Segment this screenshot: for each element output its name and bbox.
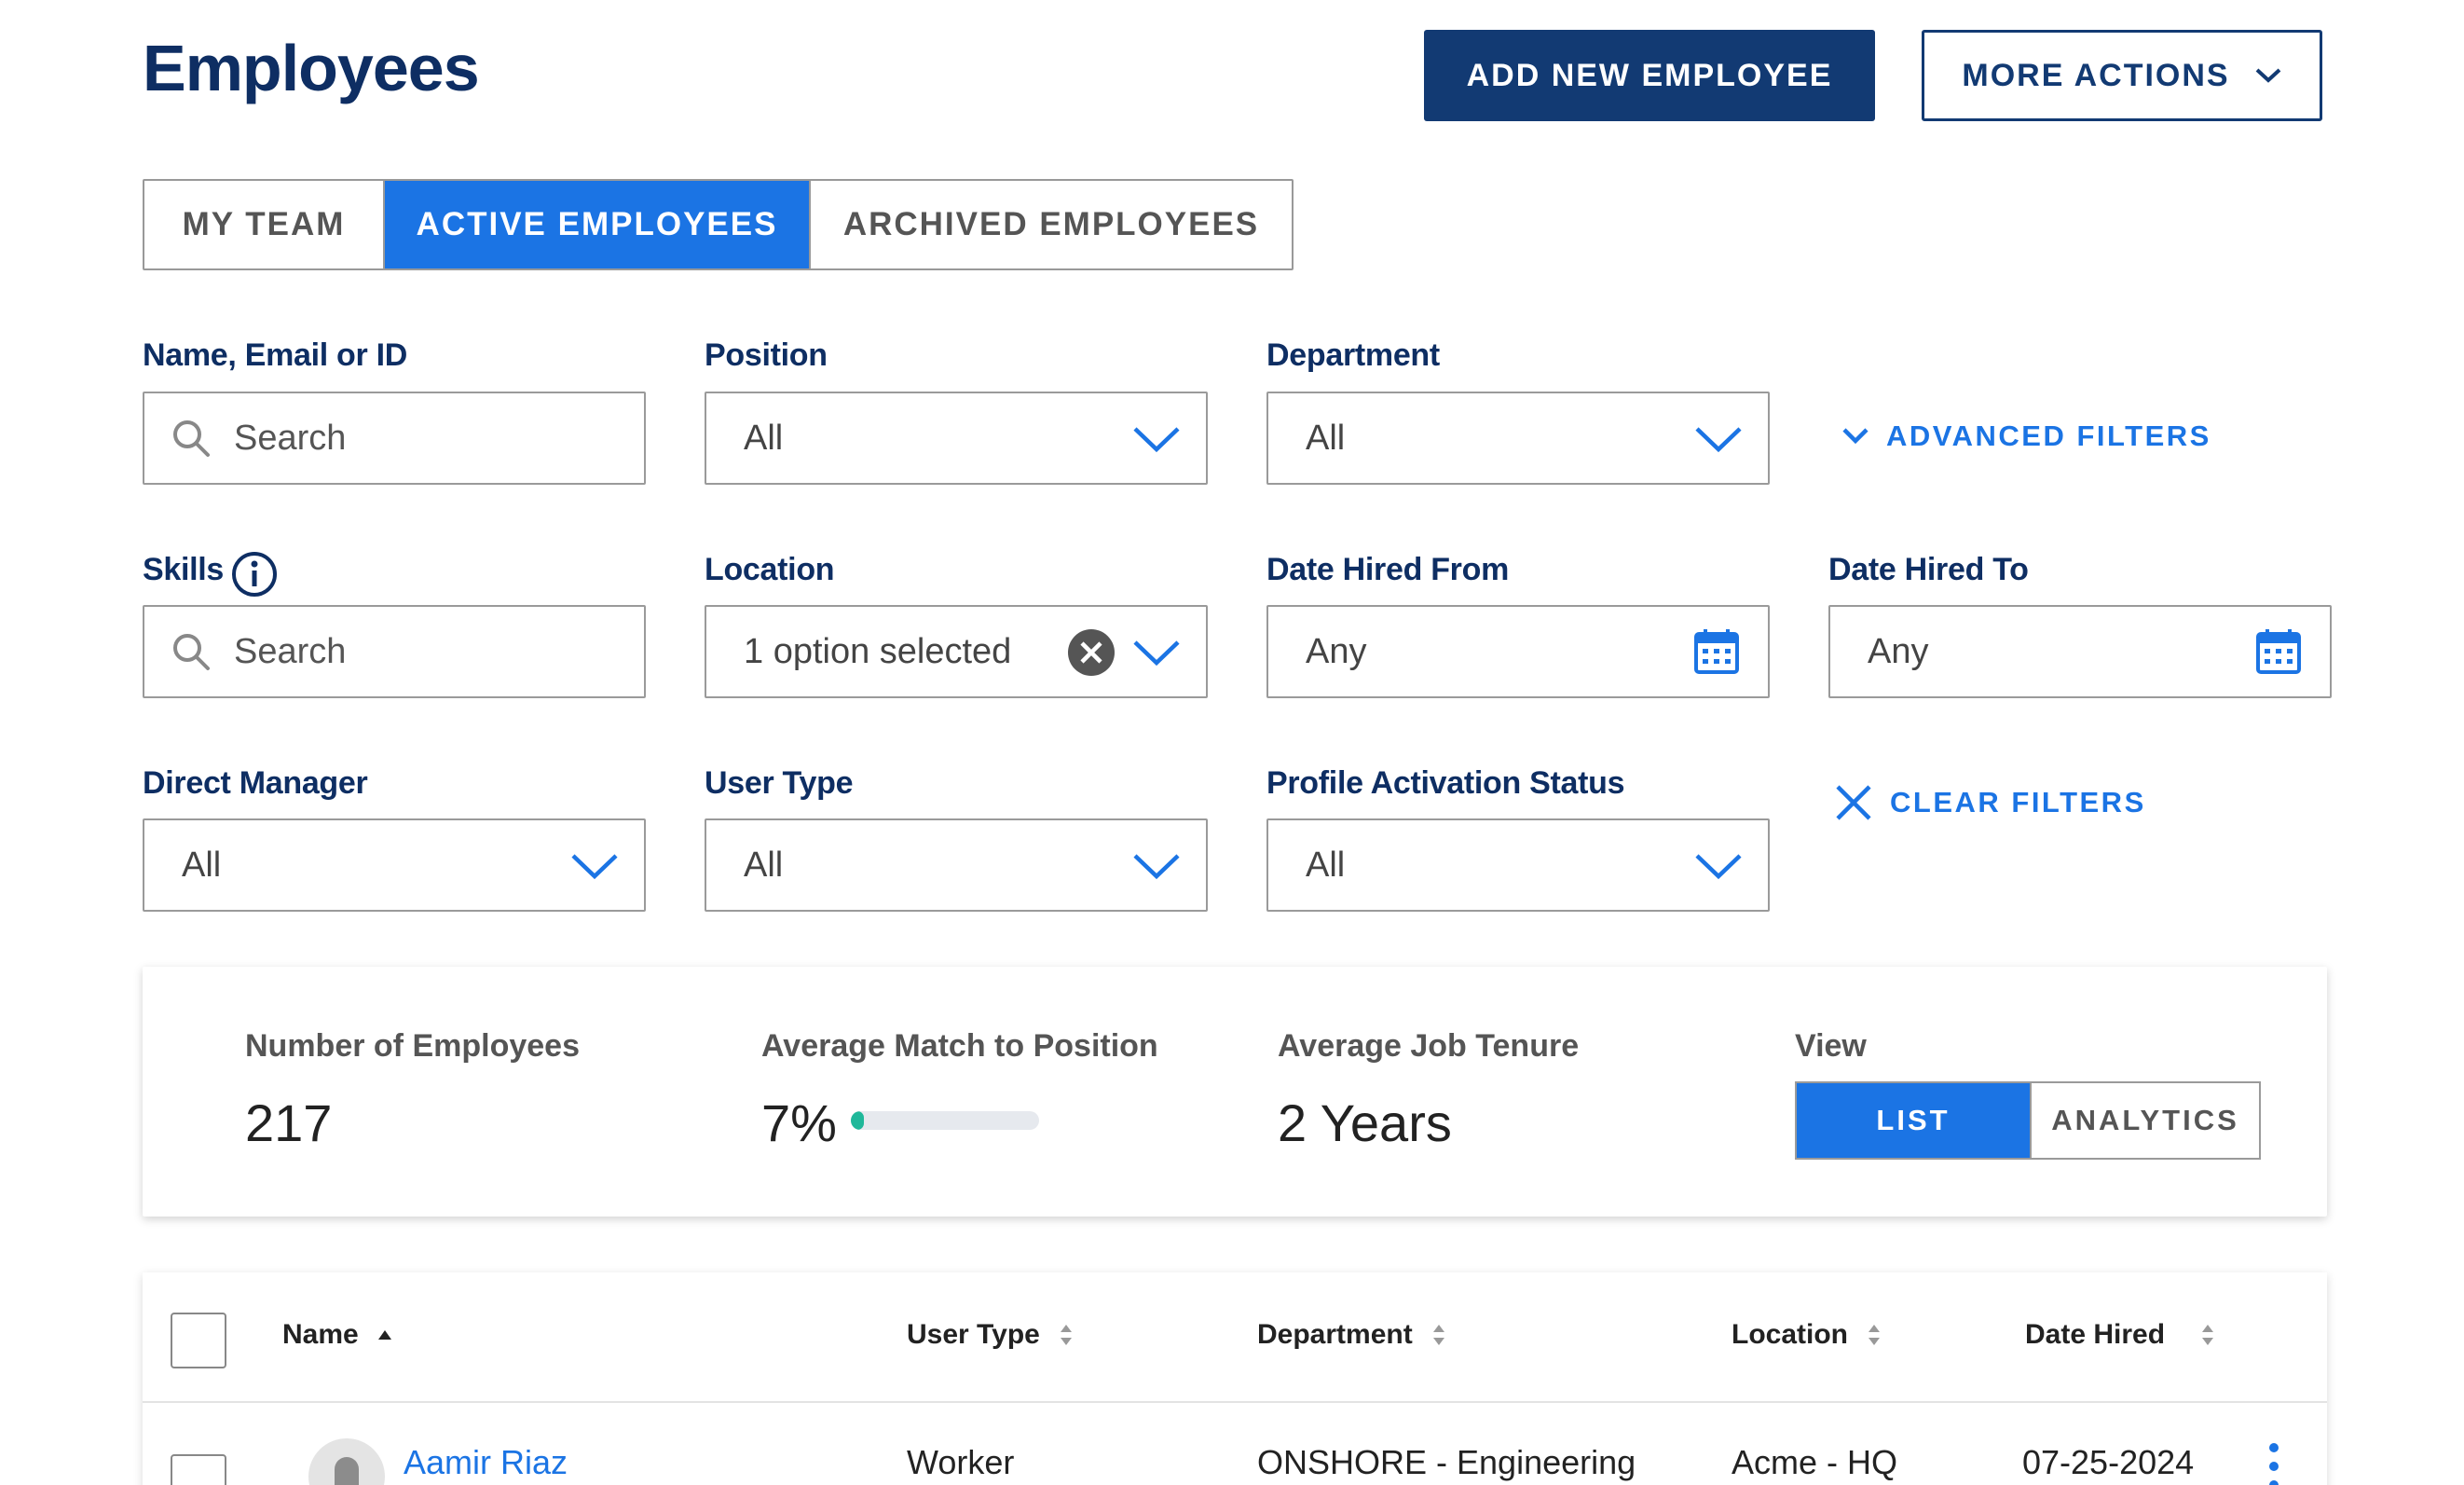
sort-ascending-icon xyxy=(377,1330,391,1340)
chevron-down-icon xyxy=(1133,427,1180,453)
column-header-date-hired-label: Date Hired xyxy=(2025,1319,2166,1350)
average-match-progress-fill xyxy=(851,1111,865,1130)
name-filter-label: Name, Email or ID xyxy=(143,337,407,373)
clear-circle-icon[interactable] xyxy=(1066,627,1116,678)
date-hired-from-input[interactable]: Any xyxy=(1266,605,1770,698)
sort-icon xyxy=(1060,1325,1072,1345)
calendar-icon[interactable] xyxy=(1693,627,1740,676)
skills-search-input[interactable]: Search xyxy=(143,605,646,698)
date-hired-to-label: Date Hired To xyxy=(1828,552,2029,587)
name-search-input[interactable]: Search xyxy=(143,392,646,485)
chevron-down-icon xyxy=(1695,427,1742,453)
user-silhouette-icon xyxy=(335,1457,359,1485)
column-header-department-label: Department xyxy=(1257,1319,1413,1350)
employee-count-value: 217 xyxy=(245,1093,333,1152)
column-header-location-label: Location xyxy=(1732,1319,1848,1350)
user-type-filter-label: User Type xyxy=(705,765,854,801)
sort-icon xyxy=(1432,1325,1444,1345)
name-search-placeholder: Search xyxy=(234,418,347,458)
employees-page: Employees ADD NEW EMPLOYEE MORE ACTIONS … xyxy=(0,0,2464,1485)
view-list-button[interactable]: LIST xyxy=(1797,1083,2030,1158)
view-analytics-button[interactable]: ANALYTICS xyxy=(2030,1083,2259,1158)
column-header-department[interactable]: Department xyxy=(1257,1319,1446,1351)
profile-activation-value: All xyxy=(1306,845,1346,885)
employees-table: Name User Type Department Location Date … xyxy=(143,1272,2327,1485)
clear-filters-link[interactable]: CLEAR FILTERS xyxy=(1834,783,2146,822)
average-match-value: 7% xyxy=(761,1093,837,1152)
average-tenure-label: Average Job Tenure xyxy=(1278,1028,1580,1064)
direct-manager-select[interactable]: All xyxy=(143,818,646,912)
chevron-down-icon xyxy=(1133,640,1180,667)
column-header-name-label: Name xyxy=(282,1319,359,1350)
close-icon xyxy=(1836,785,1871,820)
employee-department: ONSHORE - Engineering xyxy=(1257,1443,1636,1481)
column-header-user-type-label: User Type xyxy=(907,1319,1040,1350)
more-actions-button[interactable]: MORE ACTIONS xyxy=(1922,30,2322,121)
direct-manager-value: All xyxy=(182,845,222,885)
chevron-down-icon xyxy=(1695,854,1742,880)
more-actions-label: MORE ACTIONS xyxy=(1962,57,2230,93)
profile-activation-select[interactable]: All xyxy=(1266,818,1770,912)
sort-icon xyxy=(2202,1325,2214,1345)
position-select-value: All xyxy=(744,418,784,458)
calendar-icon[interactable] xyxy=(2255,627,2302,676)
average-match-label: Average Match to Position xyxy=(761,1028,1158,1064)
search-icon xyxy=(173,634,210,670)
average-match-progress-bar xyxy=(851,1111,1039,1130)
tab-archived-employees[interactable]: ARCHIVED EMPLOYEES xyxy=(811,181,1292,268)
advanced-filters-link[interactable]: ADVANCED FILTERS xyxy=(1841,419,2211,453)
chevron-down-icon xyxy=(1133,854,1180,880)
department-select-value: All xyxy=(1306,418,1346,458)
department-filter-label: Department xyxy=(1266,337,1440,373)
tab-active-employees[interactable]: ACTIVE EMPLOYEES xyxy=(385,181,811,268)
employee-location: Acme - HQ xyxy=(1732,1443,1898,1481)
user-type-select[interactable]: All xyxy=(705,818,1208,912)
employee-name-link[interactable]: Aamir Riaz xyxy=(404,1443,568,1482)
department-select[interactable]: All xyxy=(1266,392,1770,485)
column-header-name[interactable]: Name xyxy=(282,1319,392,1351)
column-header-location[interactable]: Location xyxy=(1732,1319,1882,1351)
average-tenure-value: 2 Years xyxy=(1278,1093,1452,1152)
clear-filters-label: CLEAR FILTERS xyxy=(1890,786,2146,818)
column-header-user-type[interactable]: User Type xyxy=(907,1319,1074,1351)
profile-activation-label: Profile Activation Status xyxy=(1266,765,1625,801)
position-select[interactable]: All xyxy=(705,392,1208,485)
location-select-value: 1 option selected xyxy=(744,631,1012,671)
location-select[interactable]: 1 option selected xyxy=(705,605,1208,698)
tab-my-team[interactable]: MY TEAM xyxy=(144,181,385,268)
date-hired-from-value: Any xyxy=(1306,631,1367,671)
chevron-down-icon xyxy=(1842,428,1869,445)
date-hired-to-input[interactable]: Any xyxy=(1828,605,2332,698)
view-label: View xyxy=(1795,1028,1867,1064)
skills-filter-label: Skills xyxy=(143,552,225,587)
search-icon xyxy=(173,420,210,457)
column-header-date-hired[interactable]: Date Hired xyxy=(2025,1319,2215,1351)
date-hired-from-label: Date Hired From xyxy=(1266,552,1509,587)
employee-count-label: Number of Employees xyxy=(245,1028,580,1064)
employee-tabs: MY TEAM ACTIVE EMPLOYEES ARCHIVED EMPLOY… xyxy=(143,179,1294,270)
user-type-value: All xyxy=(744,845,784,885)
page-title: Employees xyxy=(143,32,480,104)
sort-icon xyxy=(1869,1325,1880,1345)
direct-manager-label: Direct Manager xyxy=(143,765,368,801)
view-toggle: LIST ANALYTICS xyxy=(1795,1081,2261,1160)
date-hired-to-value: Any xyxy=(1868,631,1929,671)
info-icon[interactable] xyxy=(230,550,279,598)
location-filter-label: Location xyxy=(705,552,835,587)
select-all-checkbox[interactable] xyxy=(171,1313,226,1368)
add-new-employee-button[interactable]: ADD NEW EMPLOYEE xyxy=(1424,30,1875,121)
skills-search-placeholder: Search xyxy=(234,631,347,671)
avatar xyxy=(308,1438,385,1485)
employee-date-hired: 07-25-2024 xyxy=(2022,1443,2195,1481)
chevron-down-icon xyxy=(571,854,618,880)
stats-card: Number of Employees 217 Average Match to… xyxy=(143,967,2327,1217)
employee-user-type: Worker xyxy=(907,1443,1015,1481)
chevron-down-icon xyxy=(2255,68,2280,83)
row-checkbox[interactable] xyxy=(171,1454,226,1485)
table-header: Name User Type Department Location Date … xyxy=(143,1272,2327,1403)
row-actions-icon[interactable] xyxy=(2265,1438,2283,1485)
position-filter-label: Position xyxy=(705,337,828,373)
advanced-filters-label: ADVANCED FILTERS xyxy=(1886,419,2211,452)
